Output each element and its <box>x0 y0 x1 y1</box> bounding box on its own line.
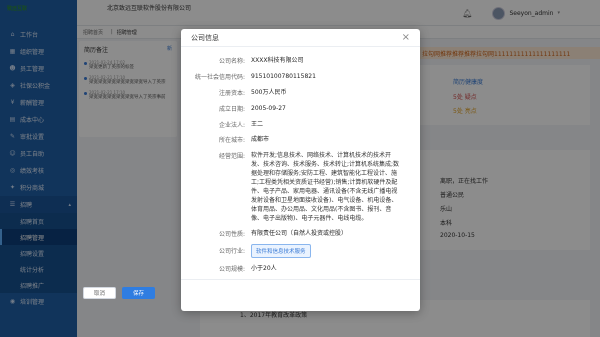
field-label: 注册资本: <box>218 90 245 97</box>
cancel-button[interactable]: 取消 <box>83 287 116 299</box>
field-value: 2005-09-27 <box>251 105 286 112</box>
close-icon[interactable]: × <box>402 32 410 43</box>
field-label: 公司名称: <box>218 58 245 65</box>
field-value: 成都市 <box>251 136 270 143</box>
field-label: 统一社会信用代码: <box>194 74 245 81</box>
field-label: 公司行业: <box>218 248 245 255</box>
field-legal-person: 企业法人: 王二 <box>181 120 420 129</box>
field-label: 所在城市: <box>218 137 245 144</box>
field-label: 企业法人: <box>218 122 245 129</box>
field-value: 500万人民币 <box>251 89 287 96</box>
field-label: 经营范围: <box>218 153 245 160</box>
field-company-name: 公司名称: XXXX科技有限公司 <box>181 56 420 65</box>
field-value: 小于20人 <box>251 265 277 272</box>
field-credit-code: 统一社会信用代码: 915101007801158​21 <box>181 72 420 81</box>
field-value: XXXX科技有限公司 <box>251 57 304 64</box>
field-registered-capital: 注册资本: 500万人民币 <box>181 88 420 97</box>
industry-tag: 软件和信息技术服务 <box>251 244 311 258</box>
field-label: 公司规模: <box>218 266 245 273</box>
field-value: 有限责任公司（自然人投资或控股） <box>251 230 348 237</box>
field-label: 成立日期: <box>218 106 245 113</box>
field-value: 王二 <box>251 121 264 128</box>
field-industry: 公司行业: 软件和信息技术服务 <box>181 244 420 258</box>
field-company-nature: 公司性质: 有限责任公司（自然人投资或控股） <box>181 229 420 238</box>
save-button[interactable]: 保存 <box>122 287 155 299</box>
field-value: 软件开发;信息技术、网络技术、计算机技术的技术开发、技术咨询、技术服务、技术转让… <box>251 152 400 222</box>
field-company-size: 公司规模: 小于20人 <box>181 264 420 273</box>
field-label: 公司性质: <box>218 231 245 238</box>
dialog-divider <box>181 279 420 280</box>
field-founded-date: 成立日期: 2005-09-27 <box>181 104 420 113</box>
company-info-dialog: 公司信息 × 公司名称: XXXX科技有限公司 统一社会信用代码: 915101… <box>181 29 420 311</box>
field-city: 所在城市: 成都市 <box>181 135 420 144</box>
field-value: 915101007801158​21 <box>251 73 316 80</box>
dialog-title: 公司信息 <box>191 33 219 42</box>
field-business-scope: 经营范围: 软件开发;信息技术、网络技术、计算机技术的技术开发、技术咨询、技术服… <box>181 151 420 223</box>
dialog-header: 公司信息 × <box>181 29 420 47</box>
